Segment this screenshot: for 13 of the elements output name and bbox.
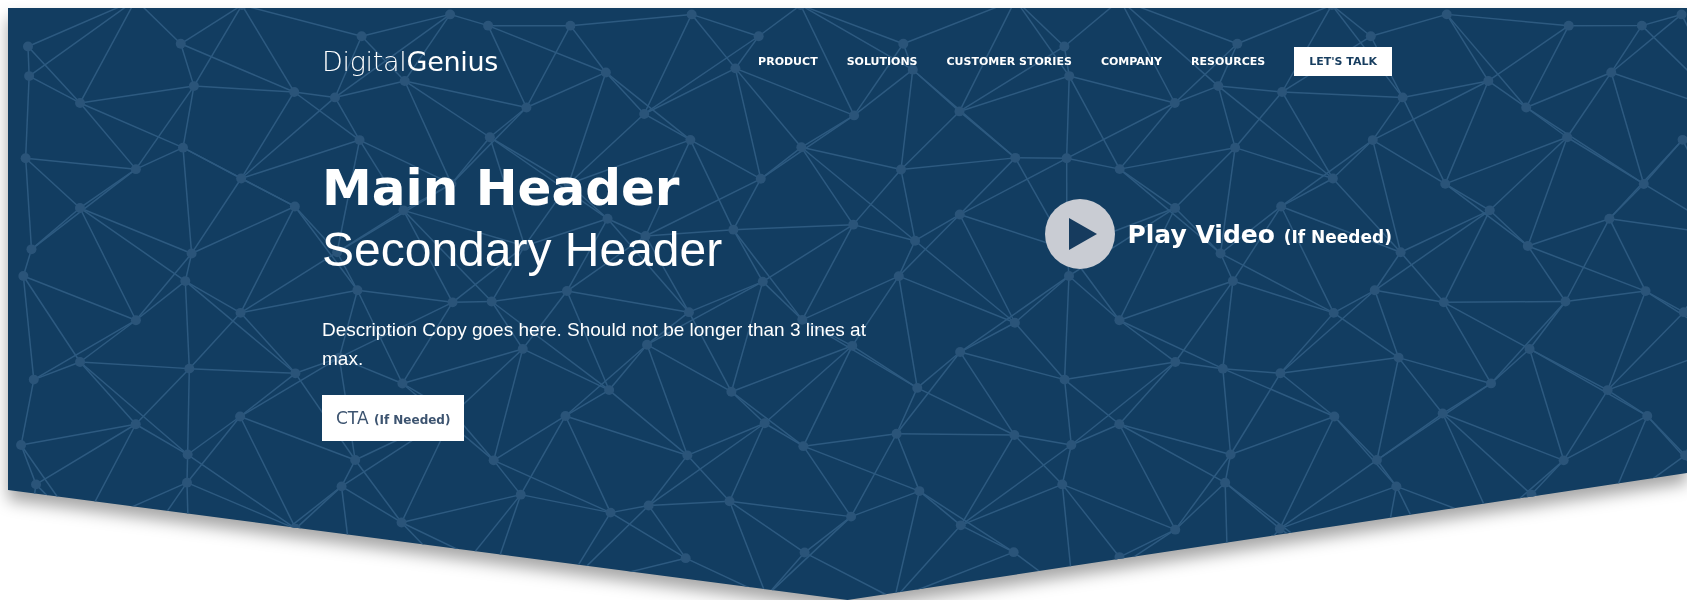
contact-button[interactable]: LET'S TALK [1294, 47, 1392, 76]
nav-link[interactable]: COMPANY [1100, 55, 1162, 68]
nav-link[interactable]: RESOURCES [1191, 55, 1266, 68]
play-video-link[interactable]: Play Video (If Needed) [1127, 219, 1392, 249]
nav-link[interactable]: PRODUCT [758, 55, 818, 68]
logo[interactable]: DigitalGenius [322, 46, 499, 77]
play-icon[interactable] [1045, 199, 1116, 269]
nav-link[interactable]: CUSTOMER STORIES [946, 55, 1072, 68]
main-header: Main Header [322, 158, 681, 219]
secondary-header: Secondary Header [322, 222, 724, 278]
description: Description Copy goes here. Should not be longer than 3 lines at max. [322, 318, 867, 371]
nav-link[interactable]: SOLUTIONS [846, 55, 918, 68]
cta-button[interactable]: CTA (If Needed) [322, 395, 465, 441]
